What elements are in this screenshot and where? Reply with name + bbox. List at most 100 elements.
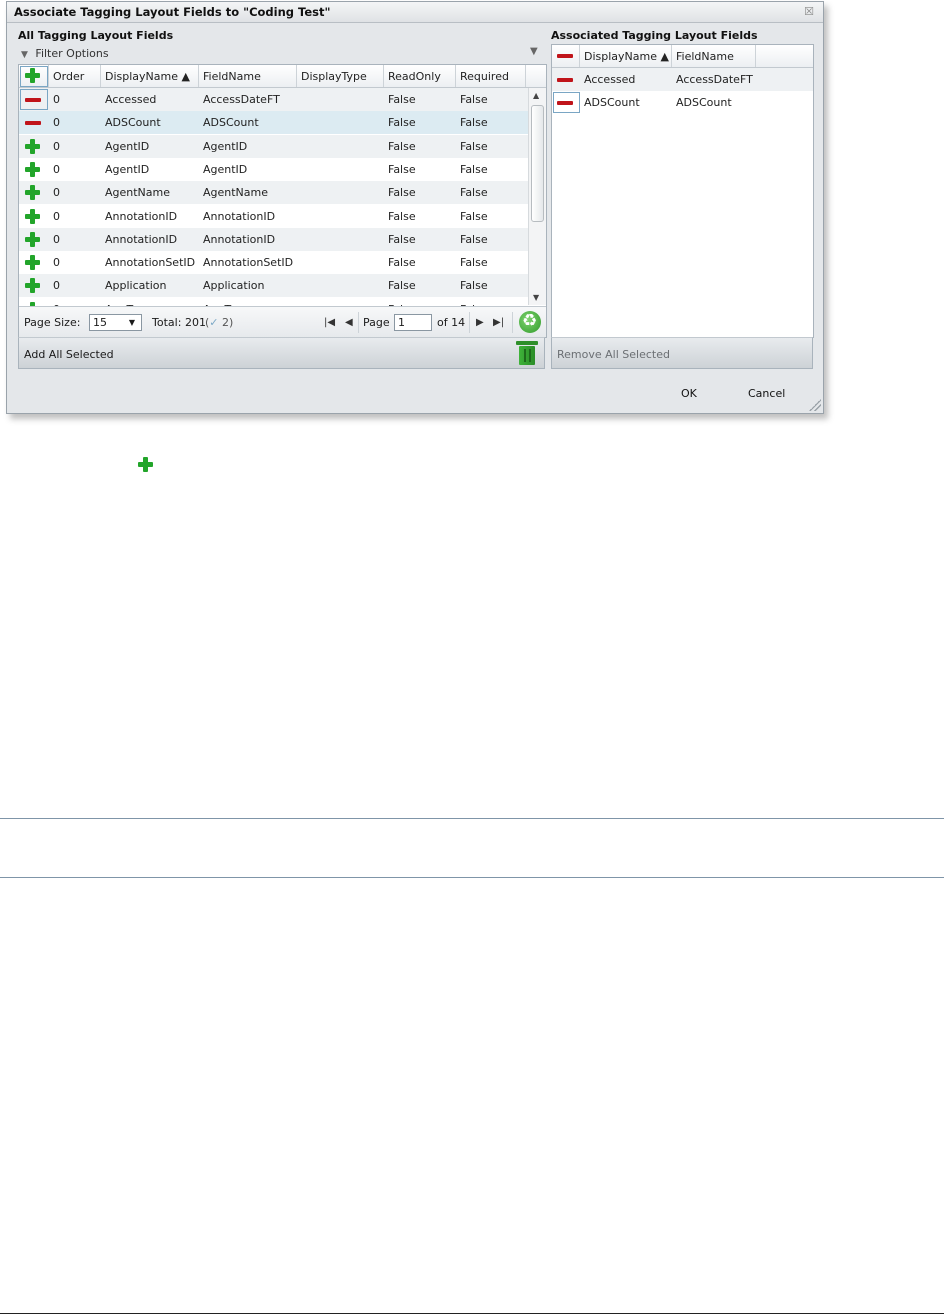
table-row[interactable]: 0 AnnotationID AnnotationID False False: [19, 227, 528, 251]
page-number-input[interactable]: 1: [394, 314, 432, 331]
cell-order: 0: [53, 279, 60, 293]
focus-outline: [20, 89, 48, 110]
add-icon[interactable]: [25, 138, 40, 154]
column-header-readonly[interactable]: ReadOnly: [388, 70, 441, 83]
chevron-down-icon: ▼: [21, 50, 28, 60]
column-header-order[interactable]: Order: [53, 70, 84, 83]
cell-displayname: AgentID: [105, 139, 150, 153]
add-icon[interactable]: [25, 278, 40, 294]
next-page-icon[interactable]: ▶: [476, 317, 484, 328]
cell-fieldname: AnnotationID: [203, 232, 276, 246]
cell-readonly: False: [388, 139, 416, 153]
scroll-down-icon[interactable]: ▼: [533, 293, 539, 302]
cell-readonly: False: [388, 93, 416, 106]
cell-order: 0: [53, 232, 60, 246]
add-icon[interactable]: [25, 231, 40, 247]
cell-readonly: False: [388, 279, 416, 293]
total-label: Total:: [152, 316, 182, 329]
pager-bar: Page Size: 15 ▼ Total: 201 (✓ 2) |◀ ◀ Pa…: [19, 306, 546, 337]
previous-page-icon[interactable]: ◀: [345, 317, 353, 328]
table-row[interactable]: 0 AgentName AgentName False False: [19, 181, 528, 205]
page-bottom-line: [0, 1313, 944, 1314]
right-panel-title: Associated Tagging Layout Fields: [551, 29, 758, 42]
refresh-icon[interactable]: [519, 311, 541, 333]
remove-icon[interactable]: [25, 121, 41, 126]
filter-options-toggle[interactable]: ▼ Filter Options: [21, 47, 109, 60]
column-header-required[interactable]: Required: [460, 70, 509, 83]
add-icon: [138, 457, 153, 472]
add-icon[interactable]: [25, 161, 40, 177]
cell-displayname: Application: [105, 279, 167, 293]
table-row[interactable]: 0 Accessed AccessDateFT False False: [19, 88, 528, 111]
page-size-value: 15: [93, 316, 107, 329]
associated-fields-grid: DisplayName ▲ FieldName Accessed AccessDa…: [551, 44, 814, 338]
cell-required: False: [460, 209, 488, 223]
table-row[interactable]: 0 AgentID AgentID False False: [19, 134, 528, 158]
selected-count-group: (✓ 2): [205, 316, 234, 329]
add-icon[interactable]: [25, 185, 40, 201]
scrollbar-thumb[interactable]: [531, 105, 544, 222]
add-icon[interactable]: [25, 255, 40, 271]
cell-order: 0: [53, 139, 60, 153]
resize-grip-icon[interactable]: [809, 399, 821, 411]
divider-line: [0, 877, 944, 878]
cell-fieldname: AccessDateFT: [676, 73, 753, 86]
ok-button[interactable]: OK: [681, 387, 697, 400]
remove-icon[interactable]: [557, 78, 573, 82]
remove-all-icon[interactable]: [557, 54, 573, 58]
cell-order: 0: [53, 256, 60, 270]
cell-displayname: AnnotationSetID: [105, 256, 196, 270]
checkmark-icon: ✓: [209, 316, 219, 329]
table-row[interactable]: 0 AnnotationID AnnotationID False False: [19, 204, 528, 228]
last-page-icon[interactable]: ▶|: [493, 317, 504, 328]
trash-icon[interactable]: [516, 341, 538, 365]
column-header-displayname[interactable]: DisplayName ▲: [584, 50, 669, 63]
remove-all-selected-button[interactable]: Remove All Selected: [557, 348, 670, 361]
cell-fieldname: AnnotationID: [203, 209, 276, 223]
table-row[interactable]: Accessed AccessDateFT: [552, 68, 813, 91]
selected-count-value: 2: [222, 316, 230, 329]
cell-displayname: Accessed: [584, 73, 636, 86]
cell-readonly: False: [388, 116, 416, 130]
column-header-displayname[interactable]: DisplayName ▲: [105, 70, 190, 83]
add-all-icon[interactable]: [25, 68, 40, 83]
column-header-fieldname[interactable]: FieldName: [676, 50, 734, 63]
scroll-up-icon[interactable]: ▲: [533, 91, 539, 100]
chevron-down-icon[interactable]: ▼: [530, 46, 538, 57]
table-row[interactable]: 0 Application Application False False: [19, 274, 528, 298]
cell-required: False: [460, 232, 488, 246]
vertical-scrollbar[interactable]: ▲ ▼: [528, 88, 546, 305]
filter-options-label: Filter Options: [35, 47, 109, 60]
table-row[interactable]: ADSCount ADSCount: [552, 91, 813, 114]
cell-fieldname: Application: [203, 279, 265, 293]
column-header-fieldname[interactable]: FieldName: [203, 70, 261, 83]
cell-readonly: False: [388, 232, 416, 246]
column-header-displaytype[interactable]: DisplayType: [301, 70, 367, 83]
cell-displayname: AgentName: [105, 186, 171, 200]
page-size-select[interactable]: 15 ▼: [89, 314, 142, 331]
cell-required: False: [460, 256, 488, 270]
cell-order: 0: [53, 162, 60, 176]
table-row[interactable]: 0 ADSCount ADSCount False False: [19, 111, 528, 135]
cell-order: 0: [53, 186, 60, 200]
table-row[interactable]: 0 AgentID AgentID False False: [19, 157, 528, 181]
divider-line: [0, 818, 944, 819]
cell-order: 0: [53, 93, 60, 106]
focus-outline: [553, 92, 580, 113]
add-icon[interactable]: [25, 208, 40, 224]
close-icon[interactable]: ☒: [804, 5, 814, 18]
page-count-label: of 14: [437, 316, 466, 329]
cancel-button[interactable]: Cancel: [748, 387, 785, 400]
cell-displayname: ADSCount: [105, 116, 161, 130]
cell-required: False: [460, 116, 488, 130]
cell-fieldname: AgentID: [203, 162, 248, 176]
first-page-icon[interactable]: |◀: [324, 317, 335, 328]
chevron-down-icon: ▼: [128, 318, 135, 327]
table-row[interactable]: 0 AnnotationSetID AnnotationSetID False Fals…: [19, 251, 528, 275]
cell-required: False: [460, 162, 488, 176]
page-label: Page: [363, 316, 390, 329]
all-fields-grid: Order DisplayName ▲ FieldName DisplayTyp…: [18, 64, 547, 338]
cell-readonly: False: [388, 186, 416, 200]
add-all-selected-button[interactable]: Add All Selected: [24, 348, 114, 361]
total-value: 201: [185, 316, 206, 329]
